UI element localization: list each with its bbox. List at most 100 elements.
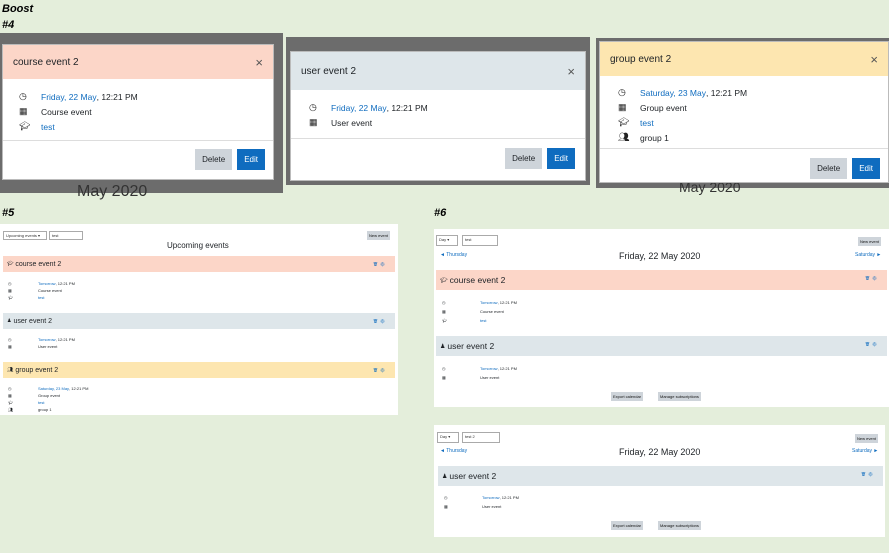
calendar-icon: ▦ [618, 102, 627, 112]
graduation-cap-icon: 🎓︎ [8, 400, 14, 405]
edit-delete-icons[interactable]: 🗑︎⚙︎ [865, 276, 879, 281]
next-day-link[interactable]: Saturday ► [852, 448, 878, 454]
event-type-row: ▦ User event [444, 504, 501, 509]
event-header-course[interactable]: 🎓︎ course event 2 🗑︎⚙︎ [436, 270, 887, 290]
event-date-row: ◷ Friday, 22 May , 12:21 PM [19, 89, 257, 104]
event-date-row: ◷ Tomorrow, 12:21 PM [442, 366, 517, 371]
delete-button[interactable]: Delete [810, 158, 848, 179]
edit-button[interactable]: Edit [547, 148, 575, 169]
new-event-button[interactable]: New event [367, 231, 390, 240]
graduation-cap-icon: 🎓︎ [618, 117, 630, 127]
upcoming-events-panel: Upcoming events ▾ test New event Upcomin… [0, 224, 398, 415]
event-header-group[interactable]: 👥︎ group event 2 🗑︎⚙︎ [3, 362, 395, 378]
edit-button[interactable]: Edit [852, 158, 880, 179]
graduation-cap-icon: 🎓︎ [19, 121, 31, 131]
event-course-link[interactable]: test [38, 295, 44, 300]
next-day-link[interactable]: Saturday ► [855, 252, 881, 258]
event-time: , 12:21 PM [69, 386, 89, 391]
user-icon: ♟ [440, 343, 446, 350]
course-select[interactable]: test [49, 231, 83, 240]
event-group-row: 👥︎ group 1 [8, 407, 52, 412]
edit-delete-icons[interactable]: 🗑︎⚙︎ [861, 472, 875, 477]
edit-delete-icons[interactable]: 🗑︎⚙︎ [373, 262, 387, 267]
event-date-link[interactable]: Tomorrow [38, 281, 56, 286]
prev-day-link[interactable]: ◄ Thursday [440, 448, 467, 454]
event-type: Group event [38, 393, 61, 398]
event-header-user[interactable]: ♟ user event 2 🗑︎⚙︎ [438, 466, 883, 486]
event-date-link[interactable]: Tomorrow [480, 300, 498, 305]
course-select[interactable]: test [462, 235, 498, 246]
event-course-link[interactable]: test [41, 122, 55, 132]
calendar-icon: ▦ [8, 344, 12, 349]
event-header-course[interactable]: 🎓︎ course event 2 🗑︎⚙︎ [3, 256, 395, 272]
prev-day-link[interactable]: ◄ Thursday [440, 252, 467, 258]
boost-label: Boost [2, 3, 34, 15]
close-icon[interactable]: × [255, 55, 263, 70]
event-date-link[interactable]: Tomorrow [38, 337, 56, 342]
users-icon: 👥︎ [618, 132, 630, 142]
new-event-button[interactable]: New event [855, 434, 878, 443]
export-calendar-button[interactable]: Export calendar [611, 392, 644, 401]
modal-body: ◷ Saturday, 23 May , 12:21 PM ▦ Group ev… [600, 76, 888, 149]
event-modal-course: course event 2 × ◷ Friday, 22 May , 12:2… [2, 44, 274, 180]
event-date-row: ◷ Tomorrow, 12:21 PM [8, 281, 75, 286]
event-title: user event 2 [449, 471, 497, 481]
graduation-cap-icon: 🎓︎ [440, 277, 448, 284]
event-time: , 12:21 PM [499, 495, 519, 500]
event-type-row: ▦ Group event [8, 393, 60, 398]
event-title: group event 2 [15, 366, 59, 374]
edit-delete-icons[interactable]: 🗑︎⚙︎ [373, 368, 387, 373]
delete-button[interactable]: Delete [195, 149, 233, 170]
background-month-title: May 2020 [77, 183, 148, 200]
new-event-button[interactable]: New event [858, 237, 881, 246]
event-time: , 12:21 PM [497, 300, 517, 305]
calendar-icon: ▦ [442, 375, 446, 380]
event-time: , 12:21 PM [55, 281, 75, 286]
edit-delete-icons[interactable]: 🗑︎⚙︎ [373, 319, 387, 324]
event-group-row: 👥︎ group 1 [618, 130, 870, 145]
event-type-row: ▦ Course event [19, 104, 257, 119]
section-4-label: #4 [2, 19, 15, 31]
event-date-link[interactable]: Tomorrow [482, 495, 500, 500]
close-icon[interactable]: × [870, 52, 878, 67]
modal-header: group event 2 × [600, 42, 888, 76]
view-select[interactable]: Day ▾ [437, 432, 459, 443]
close-icon[interactable]: × [567, 64, 575, 79]
event-type-row: ▦ User event [8, 344, 57, 349]
event-date-link[interactable]: Tomorrow [480, 366, 498, 371]
export-calendar-button[interactable]: Export calendar [611, 521, 644, 530]
course-select[interactable]: test 2 [462, 432, 500, 443]
manage-subscriptions-button[interactable]: Manage subscriptions [658, 521, 701, 530]
event-date-row: ◷ Tomorrow, 12:21 PM [8, 337, 75, 342]
event-course-link[interactable]: test [480, 318, 486, 323]
event-time: , 12:21 PM [706, 87, 748, 98]
event-type-row: ▦ Course event [442, 309, 504, 314]
modal-title: user event 2 [301, 65, 357, 77]
event-course-link[interactable]: test [38, 400, 44, 405]
event-group: group 1 [38, 407, 52, 412]
section-5-label: #5 [2, 207, 15, 219]
view-select[interactable]: Day ▾ [436, 235, 458, 246]
edit-button[interactable]: Edit [237, 149, 265, 170]
clock-icon: ◷ [8, 337, 12, 342]
event-date-link[interactable]: Friday, 22 May [331, 103, 387, 113]
user-icon: ♟ [442, 473, 448, 480]
event-time: , 12:21 PM [386, 102, 428, 113]
manage-subscriptions-button[interactable]: Manage subscriptions [658, 392, 701, 401]
event-type: Course event [38, 288, 62, 293]
event-date-link[interactable]: Saturday, 23 May [38, 386, 69, 391]
event-date-link[interactable]: Saturday, 23 May [640, 88, 706, 98]
view-select[interactable]: Upcoming events ▾ [3, 231, 47, 240]
event-type: User event [480, 375, 500, 380]
graduation-cap-icon: 🎓︎ [7, 261, 14, 267]
delete-button[interactable]: Delete [505, 148, 543, 169]
clock-icon: ◷ [618, 87, 626, 97]
event-type-row: ▦ User event [309, 115, 567, 130]
edit-delete-icons[interactable]: 🗑︎⚙︎ [865, 342, 879, 347]
event-header-user[interactable]: ♟ user event 2 🗑︎⚙︎ [436, 336, 887, 356]
clock-icon: ◷ [19, 91, 27, 101]
event-header-user[interactable]: ♟ user event 2 🗑︎⚙︎ [3, 313, 395, 329]
event-course-link[interactable]: test [640, 118, 654, 128]
event-date-link[interactable]: Friday, 22 May [41, 92, 97, 102]
event-type: User event [38, 344, 58, 349]
